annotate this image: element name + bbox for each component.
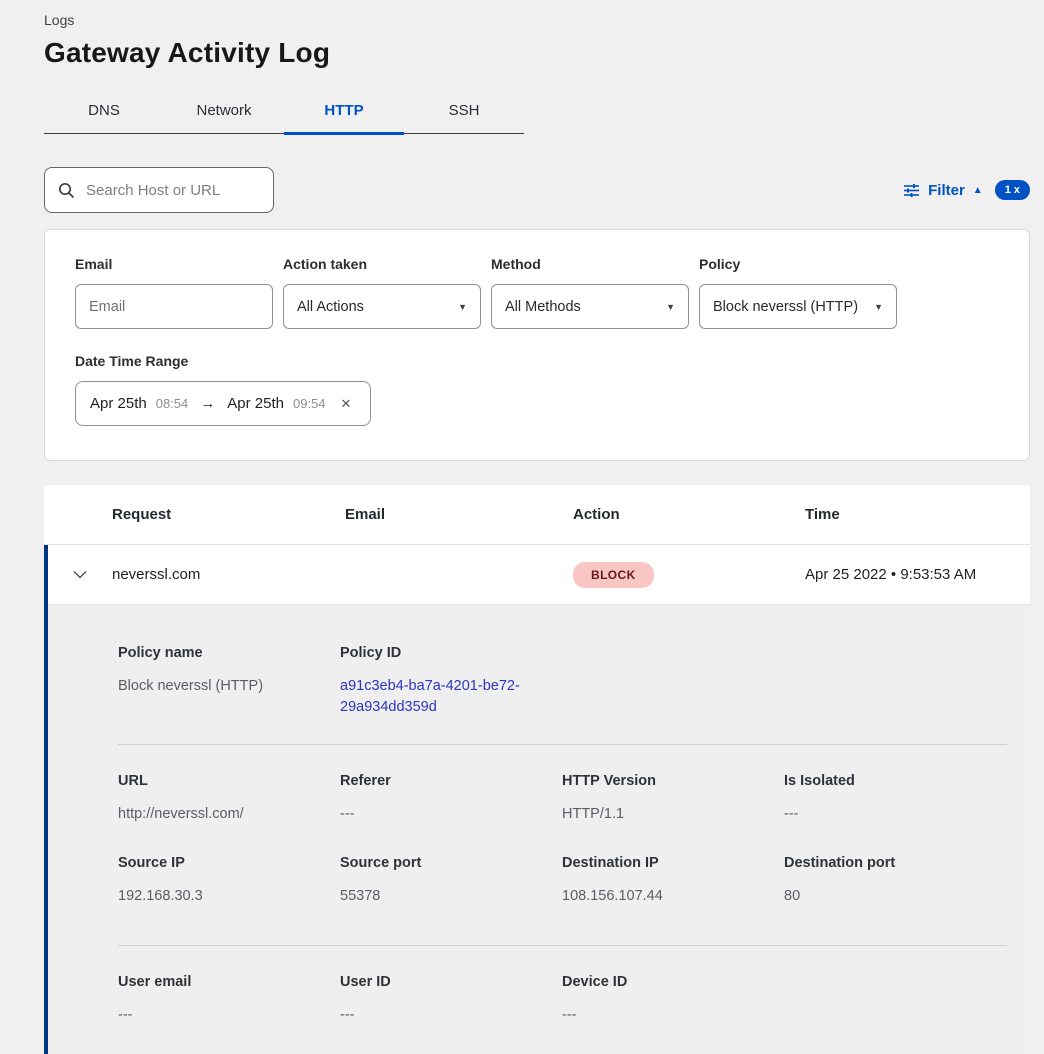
- policy-filter-label: Policy: [699, 256, 897, 272]
- page-title: Gateway Activity Log: [44, 37, 1044, 69]
- http-version-value: HTTP/1.1: [562, 804, 768, 825]
- search-input[interactable]: [86, 182, 260, 199]
- tab-bar: DNS Network HTTP SSH: [44, 91, 524, 134]
- is-isolated-value: ---: [784, 804, 990, 825]
- email-filter-input[interactable]: [75, 284, 273, 329]
- expanded-log-entry: neverssl.com BLOCK Apr 25 2022 • 9:53:53…: [44, 545, 1030, 1054]
- daterange-label: Date Time Range: [75, 353, 999, 369]
- table-header-row: Request Email Action Time: [44, 485, 1030, 545]
- source-ip-label: Source IP: [118, 855, 324, 871]
- device-id-label: Device ID: [562, 974, 768, 990]
- method-select-value: All Methods: [505, 299, 581, 315]
- log-table: Request Email Action Time neverssl.com B…: [44, 485, 1030, 1054]
- http-version-label: HTTP Version: [562, 773, 768, 789]
- user-email-label: User email: [118, 974, 324, 990]
- section-divider: [118, 945, 1007, 946]
- row-time: Apr 25 2022 • 9:53:53 AM: [805, 566, 1030, 583]
- row-expander[interactable]: [48, 570, 112, 579]
- method-select[interactable]: All Methods ▼: [491, 284, 689, 329]
- device-id-value: ---: [562, 1005, 768, 1026]
- policy-select[interactable]: Block neverssl (HTTP) ▼: [699, 284, 897, 329]
- filter-sliders-icon: [903, 182, 920, 199]
- user-id-value: ---: [340, 1005, 546, 1026]
- is-isolated-label: Is Isolated: [784, 773, 990, 789]
- row-request: neverssl.com: [112, 566, 345, 583]
- tab-network[interactable]: Network: [164, 91, 284, 133]
- action-select-value: All Actions: [297, 299, 364, 315]
- row-action: BLOCK: [573, 562, 805, 588]
- status-badge: BLOCK: [573, 562, 654, 588]
- referer-value: ---: [340, 804, 546, 825]
- col-header-time: Time: [805, 506, 1030, 523]
- policy-id-label: Policy ID: [340, 645, 546, 661]
- user-id-label: User ID: [340, 974, 546, 990]
- breadcrumb[interactable]: Logs: [44, 12, 1044, 28]
- col-header-action: Action: [573, 506, 805, 523]
- toolbar: Filter ▲ 1 x: [44, 167, 1030, 213]
- close-icon[interactable]: ✕: [341, 396, 352, 412]
- filter-count-badge[interactable]: 1 x: [995, 180, 1030, 200]
- chevron-down-icon: [73, 570, 87, 579]
- chevron-down-icon: ▼: [666, 302, 675, 312]
- daterange-control[interactable]: Apr 25th 08:54 → Apr 25th 09:54 ✕: [75, 381, 371, 426]
- referer-label: Referer: [340, 773, 546, 789]
- policy-select-value: Block neverssl (HTTP): [713, 299, 858, 315]
- email-filter-label: Email: [75, 256, 273, 272]
- destination-ip-value: 108.156.107.44: [562, 886, 768, 907]
- col-header-email: Email: [345, 506, 573, 523]
- daterange-end-date[interactable]: Apr 25th: [227, 395, 284, 412]
- arrow-right-icon: →: [197, 395, 218, 412]
- chevron-down-icon: ▼: [874, 302, 883, 312]
- source-port-label: Source port: [340, 855, 546, 871]
- destination-ip-label: Destination IP: [562, 855, 768, 871]
- policy-id-link[interactable]: a91c3eb4-ba7a-4201-be72-29a934dd359d: [340, 676, 536, 718]
- table-row[interactable]: neverssl.com BLOCK Apr 25 2022 • 9:53:53…: [48, 545, 1030, 605]
- chevron-up-icon: ▲: [973, 185, 983, 196]
- filter-toggle[interactable]: Filter ▲ 1 x: [903, 180, 1030, 200]
- source-ip-value: 192.168.30.3: [118, 886, 324, 907]
- tab-dns[interactable]: DNS: [44, 91, 164, 133]
- chevron-down-icon: ▼: [458, 302, 467, 312]
- row-details: Policy name Block neverssl (HTTP) Policy…: [48, 605, 1030, 1054]
- search-icon: [58, 182, 75, 199]
- url-value: http://neverssl.com/: [118, 804, 324, 825]
- destination-port-label: Destination port: [784, 855, 990, 871]
- filter-panel: Email Action taken All Actions ▼ Method …: [44, 229, 1030, 461]
- col-header-request: Request: [112, 506, 345, 523]
- daterange-start-time[interactable]: 08:54: [156, 396, 189, 411]
- user-email-value: ---: [118, 1005, 324, 1026]
- destination-port-value: 80: [784, 886, 990, 907]
- action-select[interactable]: All Actions ▼: [283, 284, 481, 329]
- url-label: URL: [118, 773, 324, 789]
- policy-name-value: Block neverssl (HTTP): [118, 676, 324, 697]
- daterange-start-date[interactable]: Apr 25th: [90, 395, 147, 412]
- page-header: Logs Gateway Activity Log: [0, 0, 1044, 69]
- method-filter-label: Method: [491, 256, 689, 272]
- source-port-value: 55378: [340, 886, 546, 907]
- section-divider: [118, 744, 1007, 745]
- policy-name-label: Policy name: [118, 645, 324, 661]
- daterange-end-time[interactable]: 09:54: [293, 396, 326, 411]
- filter-label: Filter: [928, 182, 965, 199]
- action-filter-label: Action taken: [283, 256, 481, 272]
- search-box[interactable]: [44, 167, 274, 213]
- tab-http[interactable]: HTTP: [284, 91, 404, 133]
- tab-ssh[interactable]: SSH: [404, 91, 524, 133]
